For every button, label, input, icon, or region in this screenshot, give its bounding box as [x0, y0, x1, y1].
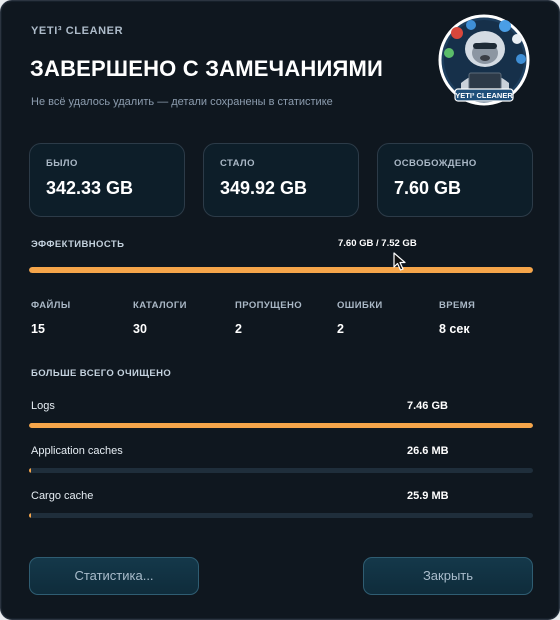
top-item-name: Cargo cache — [31, 490, 94, 502]
top-cleaned-title: БОЛЬШЕ ВСЕГО ОЧИЩЕНО — [31, 368, 172, 379]
stat-errors-label: ОШИБКИ — [337, 300, 383, 311]
card-after-value: 349.92 GB — [220, 178, 308, 198]
dialog-window: YETI³ CLEANER ЗАВЕРШЕНО С ЗАМЕЧАНИЯМИ Не… — [0, 0, 560, 620]
stat-files: ФАЙЛЫ 15 — [31, 300, 71, 336]
card-before-value: 342.33 GB — [46, 178, 134, 198]
close-button[interactable]: Закрыть — [363, 557, 533, 595]
stat-time-label: ВРЕМЯ — [439, 300, 476, 311]
stat-dirs-value: 30 — [133, 322, 147, 336]
stat-files-label: ФАЙЛЫ — [31, 300, 71, 311]
top-item-size: 26.6 MB — [407, 445, 449, 457]
top-item-name: Application caches — [31, 445, 123, 457]
top-item-bar-fill — [29, 423, 533, 428]
top-item-bar-fill — [29, 468, 32, 473]
top-item-bar-fill — [29, 513, 32, 518]
stat-errors: ОШИБКИ 2 — [337, 300, 383, 336]
top-item-bar — [29, 423, 533, 428]
statistics-button[interactable]: Статистика... — [29, 557, 199, 595]
stat-files-value: 15 — [31, 322, 45, 336]
efficiency-progress-fill — [29, 267, 533, 273]
efficiency-value: 7.60 GB / 7.52 GB — [338, 238, 417, 249]
card-after-label: СТАЛО — [220, 158, 255, 169]
top-item-bar — [29, 468, 533, 473]
mouse-pointer-icon — [393, 252, 406, 271]
yeti-logo-icon: YETI³ CLEANER — [438, 14, 530, 106]
stat-errors-value: 2 — [337, 322, 344, 336]
stat-skipped-label: ПРОПУЩЕНО — [235, 300, 303, 311]
top-item-size: 7.46 GB — [407, 400, 448, 412]
app-name: YETI³ CLEANER — [31, 25, 124, 37]
stat-dirs-label: КАТАЛОГИ — [133, 300, 187, 311]
page-title: ЗАВЕРШЕНО С ЗАМЕЧАНИЯМИ — [30, 56, 384, 81]
top-item-size: 25.9 MB — [407, 490, 449, 502]
card-before: БЫЛО 342.33 GB — [29, 143, 185, 217]
efficiency-progress-bar — [29, 267, 533, 273]
top-item-bar — [29, 513, 533, 518]
stat-skipped: ПРОПУЩЕНО 2 — [235, 300, 302, 336]
card-before-label: БЫЛО — [46, 158, 78, 169]
card-freed: ОСВОБОЖДЕНО 7.60 GB — [377, 143, 533, 217]
stat-skipped-value: 2 — [235, 322, 242, 336]
logo-text: YETI³ CLEANER — [455, 91, 513, 100]
top-item-name: Logs — [31, 400, 55, 412]
efficiency-label: ЭФФЕКТИВНОСТЬ — [31, 239, 125, 250]
stat-time-value: 8 сек — [439, 322, 470, 336]
card-freed-label: ОСВОБОЖДЕНО — [394, 158, 477, 169]
stat-time: ВРЕМЯ 8 сек — [439, 300, 475, 336]
page-subtitle: Не всё удалось удалить — детали сохранен… — [31, 96, 333, 108]
stat-dirs: КАТАЛОГИ 30 — [133, 300, 187, 336]
card-freed-value: 7.60 GB — [394, 178, 462, 198]
card-after: СТАЛО 349.92 GB — [203, 143, 359, 217]
